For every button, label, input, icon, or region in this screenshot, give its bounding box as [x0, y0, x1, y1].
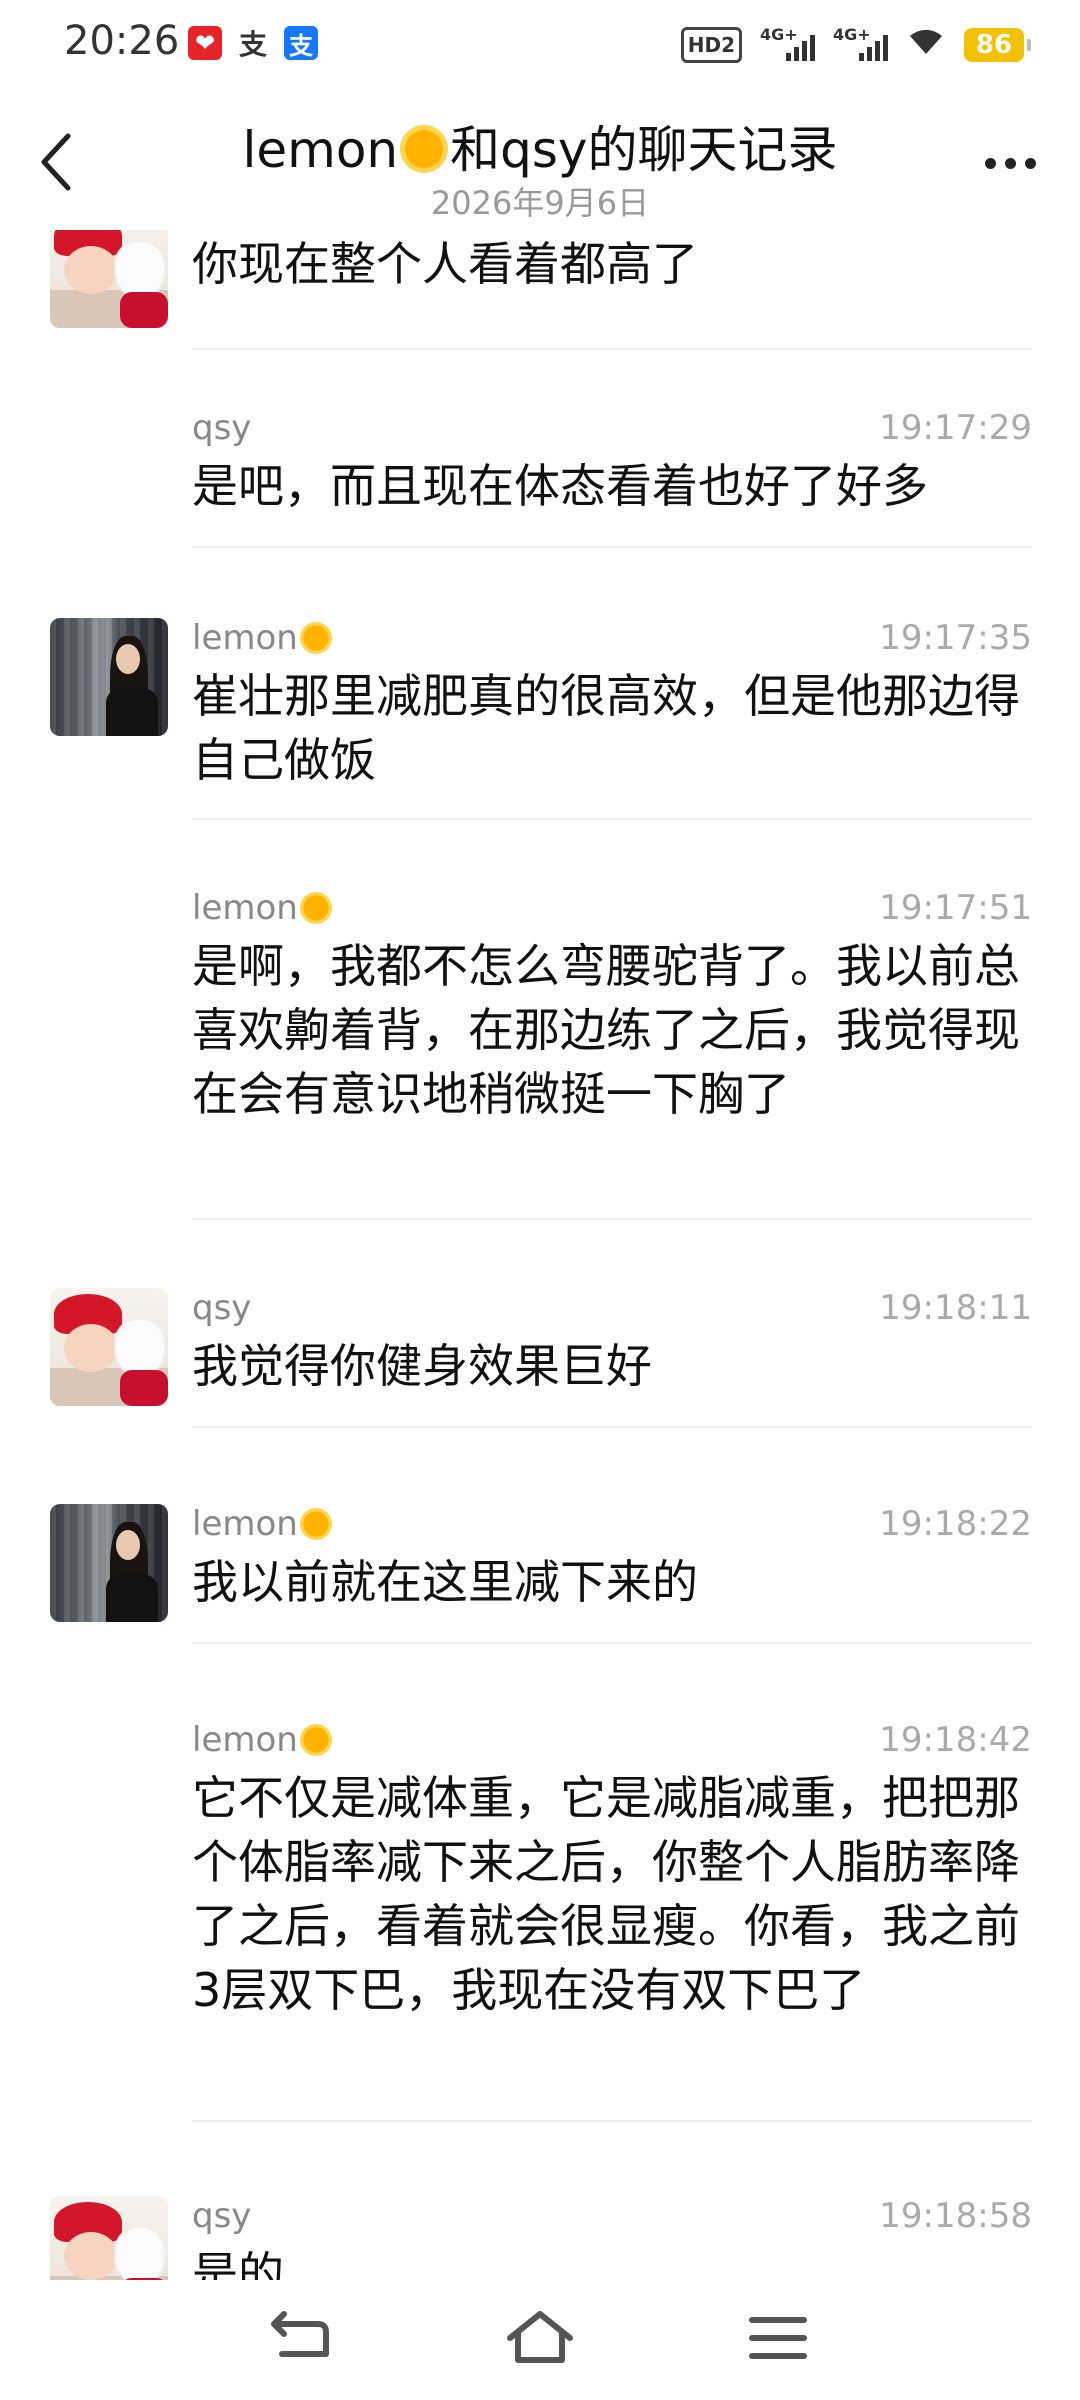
more-button[interactable]	[970, 138, 1050, 188]
menu-nav-icon	[749, 2317, 807, 2359]
back-nav-icon	[271, 2311, 329, 2357]
title-prefix: lemon	[242, 121, 399, 179]
message-time: 19:18:42	[879, 1720, 1032, 1760]
more-dot-icon	[984, 157, 996, 169]
home-nav-button[interactable]	[500, 2304, 580, 2374]
divider	[192, 2120, 1032, 2122]
menu-nav-button[interactable]	[738, 2304, 818, 2374]
message-text: 我以前就在这里减下来的	[192, 1555, 698, 1609]
message-sender: lemon	[192, 618, 332, 658]
system-nav-bar	[0, 2280, 1080, 2400]
avatar-qsy[interactable]	[50, 2196, 168, 2280]
status-time: 20:26	[64, 18, 180, 64]
home-nav-icon	[507, 2311, 573, 2363]
divider	[192, 1426, 1032, 1428]
message-sender: lemon	[192, 1720, 332, 1760]
message-sender: qsy	[192, 1288, 252, 1328]
xiaohongshu-icon: ❤	[188, 26, 222, 60]
sun-emoji-icon	[299, 1508, 332, 1540]
alipay-icon: 支	[284, 26, 318, 60]
message-time: 19:18:58	[879, 2196, 1032, 2236]
title-suffix: 和qsy的聊天记录	[450, 121, 838, 179]
message-sender: lemon	[192, 888, 332, 928]
system-icons: HD2 4G+ 4G+ 86	[680, 24, 1031, 65]
signal-icon-2: 4G+	[833, 25, 888, 61]
message-sender: qsy	[192, 408, 252, 448]
divider	[192, 348, 1032, 350]
page-title: lemon 和qsy的聊天记录	[140, 110, 940, 182]
alipay-text-icon: 支	[238, 28, 267, 61]
signal-icon-1: 4G+	[760, 25, 815, 61]
sun-emoji-icon	[299, 622, 332, 654]
message-time: 19:18:22	[879, 1504, 1032, 1544]
message-text: 我觉得你健身效果巨好	[192, 1339, 652, 1393]
divider	[192, 1642, 1032, 1644]
message-time: 19:17:29	[879, 408, 1032, 448]
sun-emoji-icon	[400, 125, 449, 173]
divider	[192, 1218, 1032, 1220]
avatar-lemon[interactable]	[50, 1504, 168, 1622]
more-dot-icon	[1024, 157, 1036, 169]
divider	[192, 546, 1032, 548]
message-time: 19:17:35	[879, 618, 1032, 658]
message-text: 你现在整个人看着都高了	[192, 237, 698, 291]
chat-date: 2026年9月6日	[430, 184, 650, 222]
message-text: 崔壮那里减肥真的很高效，但是他那边得自己做饭	[192, 669, 1020, 787]
message-time: 19:17:51	[879, 888, 1032, 928]
more-dot-icon	[1004, 157, 1016, 169]
hd-voice-icon: HD2	[680, 26, 742, 63]
message-sender: qsy	[192, 2196, 252, 2236]
divider	[192, 818, 1032, 820]
back-nav-button[interactable]	[262, 2304, 342, 2374]
message-text: 是啊，我都不怎么弯腰驼背了。我以前总喜欢齁着背，在那边练了之后，我觉得现在会有意…	[192, 939, 1020, 1121]
chat-header: lemon 和qsy的聊天记录 2026年9月6日	[0, 90, 1080, 230]
status-bar: 20:26 ❤ 支 支 HD2 4G+ 4G+ 86	[0, 0, 1080, 90]
notification-icons: ❤ 支 支	[188, 26, 318, 61]
message-sender: lemon	[192, 1504, 332, 1544]
message-text: 是的	[192, 2247, 284, 2280]
wifi-icon	[906, 24, 946, 65]
chat-history-list[interactable]: 你现在整个人看着都高了 qsy 19:17:29 是吧，而且现在体态看着也好了好…	[0, 230, 1080, 2280]
message-time: 19:18:11	[879, 1288, 1032, 1328]
sun-emoji-icon	[299, 892, 332, 924]
message-text: 是吧，而且现在体态看着也好了好多	[192, 459, 928, 513]
message-text: 它不仅是减体重，它是减脂减重，把把那个体脂率减下来之后，你整个人脂肪率降了之后，…	[192, 1771, 1020, 2017]
battery-icon: 86	[964, 27, 1031, 62]
sun-emoji-icon	[299, 1724, 332, 1756]
avatar-qsy[interactable]	[50, 230, 168, 328]
avatar-qsy[interactable]	[50, 1288, 168, 1406]
avatar-lemon[interactable]	[50, 618, 168, 736]
